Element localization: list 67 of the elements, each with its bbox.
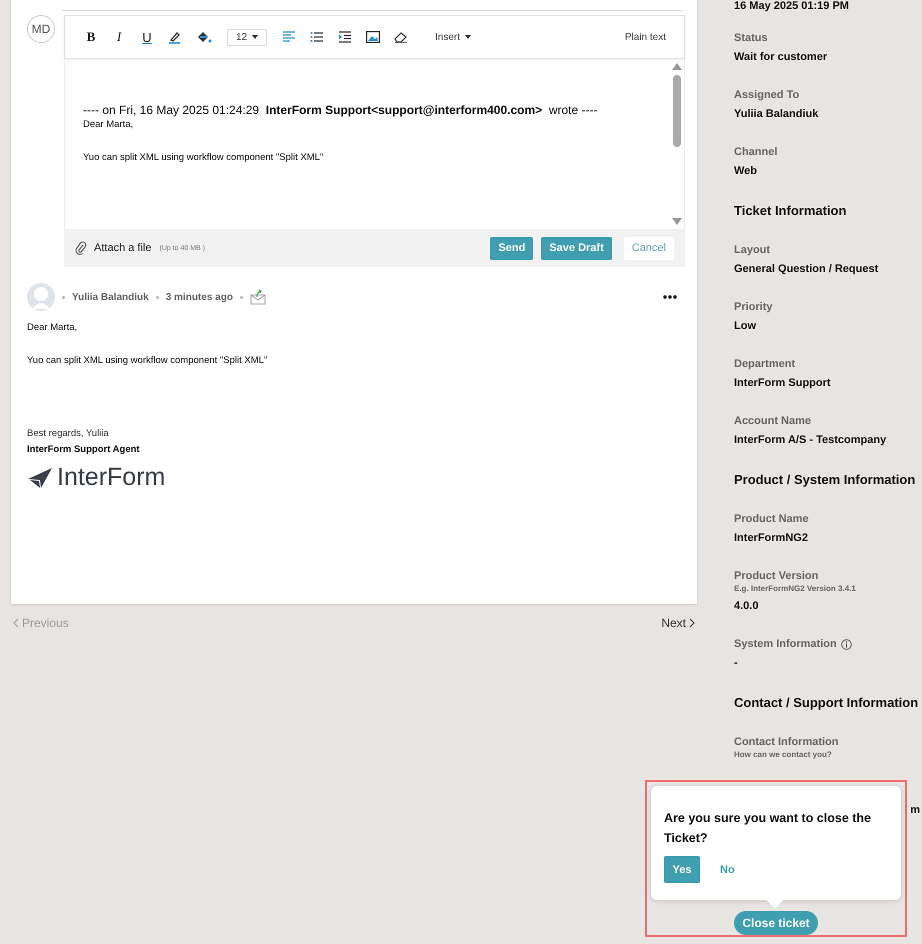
- field-label: Priority: [734, 301, 773, 313]
- email-sent-icon: [250, 289, 266, 305]
- separator-dot: [62, 296, 65, 298]
- field-value: InterFormNG2: [734, 532, 809, 544]
- created-date: 16 May 2025 01:19 PM: [734, 0, 850, 12]
- format-button[interactable]: I: [105, 29, 133, 45]
- caret-icon: [465, 35, 472, 39]
- message-text-line: Yuo can split XML using workflow component "Split XML": [27, 355, 268, 366]
- caret-icon: [252, 35, 258, 39]
- section-heading: Product / System Information: [734, 472, 916, 487]
- format-button[interactable]: B: [77, 29, 105, 45]
- next-link[interactable]: Next: [661, 616, 695, 630]
- field-label: Account Name: [734, 415, 812, 427]
- logo-mark-icon: [27, 466, 53, 488]
- chevron-left-icon: [13, 618, 19, 628]
- field-value: InterForm A/S - Testcompany: [734, 434, 888, 446]
- field-label: Assigned To: [734, 89, 800, 101]
- reply-text-line: Yuo can split XML using workflow component "Split XML": [83, 152, 324, 163]
- field-value: InterForm Support: [734, 377, 832, 389]
- field-value: Low: [734, 320, 757, 332]
- highlighter-icon[interactable]: [168, 30, 182, 44]
- user-avatar: [27, 283, 55, 311]
- bullet-list-icon[interactable]: [310, 31, 324, 43]
- eraser-icon[interactable]: [394, 31, 408, 43]
- field-value: m: [910, 804, 920, 816]
- section-heading: Ticket Information: [734, 203, 848, 218]
- field-hint: E.g. InterFormNG2 Version 3.4.1: [734, 584, 857, 593]
- signature-role: InterForm Support Agent: [27, 444, 141, 455]
- reply-text-line: Dear Marta,: [83, 119, 134, 130]
- field-label: Channel: [734, 146, 778, 158]
- field-hint: How can we contact you?: [734, 750, 833, 759]
- field-value: Wait for customer: [734, 51, 828, 63]
- align-left-icon[interactable]: [282, 31, 296, 43]
- attach-file-link[interactable]: Attach a file: [94, 242, 152, 254]
- field-value: Yuliia Balandiuk: [734, 108, 820, 120]
- image-icon[interactable]: [366, 31, 380, 43]
- section-heading: Contact / Support Information: [734, 695, 920, 710]
- more-options-icon[interactable]: [663, 295, 677, 299]
- paperclip-icon: [75, 241, 87, 255]
- field-label: Layout: [734, 244, 770, 256]
- field-value: General Question / Request: [734, 263, 880, 275]
- message-time: 3 minutes ago: [166, 292, 233, 302]
- user-avatar: MD: [27, 15, 55, 43]
- field-label: Product Version: [734, 570, 818, 582]
- field-label: Department: [734, 358, 796, 370]
- font-size-dropdown[interactable]: 12: [227, 28, 267, 46]
- logo-wordmark: InterForm: [57, 463, 166, 492]
- field-value: 4.0.0: [734, 600, 760, 612]
- plain-text-toggle[interactable]: Plain text: [618, 30, 672, 44]
- indent-icon[interactable]: [338, 31, 352, 43]
- separator-dot: [240, 296, 243, 298]
- insert-dropdown[interactable]: Insert: [429, 30, 478, 44]
- signature-greeting: Best regards, Yuliia: [27, 428, 110, 439]
- paint-bucket-icon[interactable]: [196, 30, 212, 44]
- field-value: -: [734, 657, 739, 669]
- field-label: Contact Information: [734, 736, 838, 748]
- field-value: Web: [734, 165, 758, 177]
- separator-dot: [156, 296, 159, 298]
- confirm-question: Are you sure you want to close the Ticket?: [664, 810, 872, 847]
- message-author: Yuliia Balandiuk: [72, 292, 149, 302]
- format-button[interactable]: U: [133, 30, 161, 44]
- field-label: Status: [734, 32, 768, 44]
- chevron-right-icon: [689, 618, 695, 628]
- quote-header: ---- on Fri, 16 May 2025 01:24:29 InterForm Support<support@interform400.com> wrote ----: [83, 103, 599, 117]
- field-label: Product Name: [734, 513, 809, 525]
- message-text-line: Dear Marta,: [27, 322, 78, 333]
- field-label: System Information: [734, 638, 837, 650]
